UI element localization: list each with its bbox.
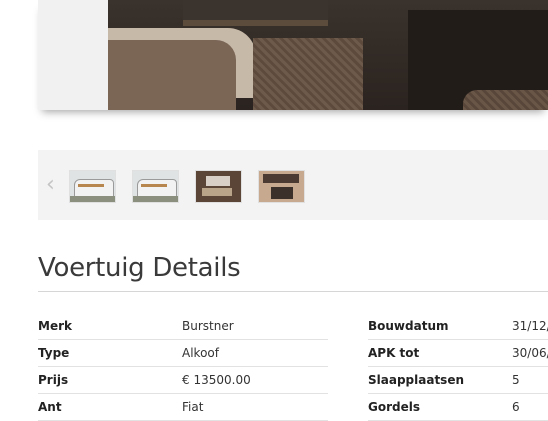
- detail-label: Gordels: [368, 400, 420, 414]
- detail-row-merk: Merk Burstner: [38, 312, 328, 340]
- detail-label: Slaapplaatsen: [368, 373, 464, 387]
- photo-table: [183, 0, 328, 26]
- detail-label: APK tot: [368, 346, 420, 360]
- detail-value: 31/12/: [512, 319, 548, 333]
- thumbnail-2[interactable]: [132, 170, 179, 203]
- detail-value: 5: [512, 373, 520, 387]
- photo-cushion: [463, 90, 548, 110]
- main-photo[interactable]: [108, 0, 548, 110]
- main-photo-frame: [38, 0, 548, 110]
- photo-seat: [253, 38, 363, 110]
- thumbnail-3[interactable]: [195, 170, 242, 203]
- detail-value: Burstner: [182, 319, 234, 333]
- detail-row-type: Type Alkoof: [38, 339, 328, 367]
- chevron-left-icon[interactable]: ‹: [46, 174, 62, 196]
- detail-row-partial: Ant Fiat: [38, 393, 328, 421]
- detail-row-partial-right: Gordels 6: [368, 393, 548, 421]
- detail-value: Alkoof: [182, 346, 219, 360]
- thumbnail-1[interactable]: [69, 170, 116, 203]
- detail-row-bouwdatum: Bouwdatum 31/12/: [368, 312, 548, 340]
- detail-row-apk: APK tot 30/06/: [368, 339, 548, 367]
- detail-value: 30/06/: [512, 346, 548, 360]
- detail-value: 6: [512, 400, 520, 414]
- detail-label: Ant: [38, 400, 62, 414]
- detail-value: Fiat: [182, 400, 204, 414]
- section-title: Voertuig Details: [38, 253, 241, 283]
- detail-row-prijs: Prijs € 13500.00: [38, 366, 328, 394]
- detail-row-slaapplaatsen: Slaapplaatsen 5: [368, 366, 548, 394]
- divider: [38, 291, 548, 292]
- detail-label: Type: [38, 346, 70, 360]
- detail-value: € 13500.00: [182, 373, 251, 387]
- thumbnail-4[interactable]: [258, 170, 305, 203]
- photo-chair-inner: [108, 40, 236, 110]
- detail-label: Bouwdatum: [368, 319, 449, 333]
- thumbnail-strip: ‹: [38, 150, 548, 220]
- detail-label: Prijs: [38, 373, 69, 387]
- detail-label: Merk: [38, 319, 72, 333]
